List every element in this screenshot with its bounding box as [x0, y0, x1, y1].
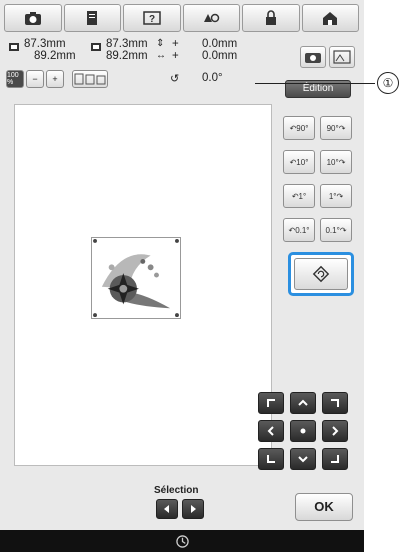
rotate-left-icon: ↶	[291, 191, 299, 201]
zoom-out-icon: −	[32, 74, 38, 84]
page-button[interactable]	[63, 4, 121, 32]
camera-button[interactable]	[4, 4, 62, 32]
horizontal-offset-value: 0.0mm	[202, 50, 238, 62]
height-value: 89.2mm	[34, 50, 76, 62]
triangle-left-icon	[164, 505, 169, 513]
rotate-left-10-label: 10°	[296, 157, 309, 167]
vertical-offset-value: 0.0mm	[202, 38, 238, 50]
chevron-right-icon	[332, 426, 339, 436]
move-down-button[interactable]	[290, 448, 316, 470]
chevron-up-icon	[298, 399, 308, 406]
frame-size-icon	[91, 43, 101, 51]
vertical-offset-icon: ⇕	[156, 38, 165, 49]
move-up-right-button[interactable]	[322, 392, 348, 414]
move-center-button[interactable]	[290, 420, 316, 442]
triangle-right-icon	[191, 505, 196, 513]
selection-next-button[interactable]	[182, 499, 204, 519]
h-plus-sign: +	[172, 50, 179, 62]
rotate-right-icon: ↷	[338, 123, 346, 133]
width2-value: 87.3mm	[106, 38, 148, 50]
lock-icon	[265, 10, 276, 25]
rotate-right-icon: ↷	[338, 157, 346, 167]
rotate-right-1-button[interactable]: 1° ↷	[320, 184, 352, 208]
embroidery-canvas[interactable]	[14, 104, 272, 466]
camera-icon	[24, 12, 41, 25]
corner-up-left-icon	[267, 399, 275, 407]
rotate-left-90-label: 90°	[296, 123, 309, 133]
home-icon	[323, 12, 338, 25]
rotate-left-icon: ↶	[288, 225, 296, 235]
rotation-angle-value: 0.0°	[202, 72, 223, 84]
rotate-left-1-button[interactable]: ↶ 1°	[283, 184, 315, 208]
sewing-button[interactable]	[182, 4, 240, 32]
move-up-button[interactable]	[290, 392, 316, 414]
footer-bar	[0, 530, 364, 552]
rotate-left-icon: ↶	[289, 157, 297, 167]
move-right-button[interactable]	[322, 420, 348, 442]
selection-previous-button[interactable]	[156, 499, 178, 519]
corner-up-right-icon	[331, 399, 339, 407]
rotate-left-1-label: 1°	[298, 191, 307, 201]
rotate-left-90-button[interactable]: ↶ 90°	[283, 116, 315, 140]
height2-value: 89.2mm	[106, 50, 148, 62]
svg-text:?: ?	[149, 14, 155, 25]
home-button[interactable]	[301, 4, 359, 32]
rotate-right-1-label: 1°	[328, 191, 337, 201]
pattern-size-icon	[9, 43, 19, 51]
selection-label: Sélection	[154, 485, 199, 496]
embroidery-pattern[interactable]	[91, 237, 181, 319]
chevron-left-icon	[267, 426, 274, 436]
rotate-right-10-button[interactable]: 10° ↷	[320, 150, 352, 174]
view-mode-icon	[74, 73, 106, 85]
v-plus-sign: +	[172, 38, 179, 50]
help-icon: ?	[143, 11, 161, 25]
callout-number: ①	[377, 72, 399, 94]
zoom-controls: 100 % − +	[6, 70, 108, 88]
lock-button[interactable]	[242, 4, 300, 32]
top-toolbar: ?	[4, 4, 359, 32]
rotation-reset-button[interactable]	[294, 258, 348, 290]
rotation-reset-icon	[312, 265, 330, 283]
move-down-left-button[interactable]	[258, 448, 284, 470]
flower-pattern-icon	[93, 238, 179, 318]
rotation-reset-highlight	[288, 252, 354, 296]
chevron-down-icon	[298, 456, 308, 463]
rotate-right-90-button[interactable]: 90° ↷	[320, 116, 352, 140]
move-left-button[interactable]	[258, 420, 284, 442]
camera-view-button[interactable]	[300, 46, 326, 68]
rotate-right-icon: ↷	[336, 191, 344, 201]
rotation-icon: ↺	[170, 73, 180, 85]
rotate-left-icon: ↶	[289, 123, 297, 133]
camera-icon	[305, 53, 321, 63]
clock-icon	[175, 534, 189, 548]
rotate-right-10-label: 10°	[326, 157, 339, 167]
horizontal-offset-icon: ↔	[156, 50, 166, 61]
center-dot-icon	[300, 428, 306, 434]
page-icon	[87, 11, 98, 25]
ok-button[interactable]: OK	[295, 493, 353, 521]
rotate-right-0-1-label: 0.1°	[325, 225, 340, 235]
view-mode-button[interactable]	[72, 70, 108, 88]
rotate-left-10-button[interactable]: ↶ 10°	[283, 150, 315, 174]
corner-down-right-icon	[331, 455, 339, 463]
rotate-right-0-1-button[interactable]: 0.1° ↷	[320, 218, 352, 242]
image-icon	[333, 50, 351, 64]
rotate-left-0-1-button[interactable]: ↶ 0.1°	[283, 218, 315, 242]
move-up-left-button[interactable]	[258, 392, 284, 414]
rotate-right-icon: ↷	[339, 225, 347, 235]
sewing-icon	[204, 13, 220, 23]
corner-down-left-icon	[267, 455, 275, 463]
zoom-level-button[interactable]: 100 %	[6, 70, 24, 88]
zoom-in-icon: +	[52, 74, 58, 84]
move-arrow-pad	[258, 392, 348, 470]
background-image-button[interactable]	[329, 46, 355, 68]
zoom-in-button[interactable]: +	[46, 70, 64, 88]
rotate-left-0-1-label: 0.1°	[295, 225, 310, 235]
callout-line	[255, 83, 375, 84]
help-button[interactable]: ?	[123, 4, 181, 32]
rotate-right-90-label: 90°	[326, 123, 339, 133]
width-value: 87.3mm	[24, 38, 66, 50]
zoom-out-button[interactable]: −	[26, 70, 44, 88]
move-down-right-button[interactable]	[322, 448, 348, 470]
